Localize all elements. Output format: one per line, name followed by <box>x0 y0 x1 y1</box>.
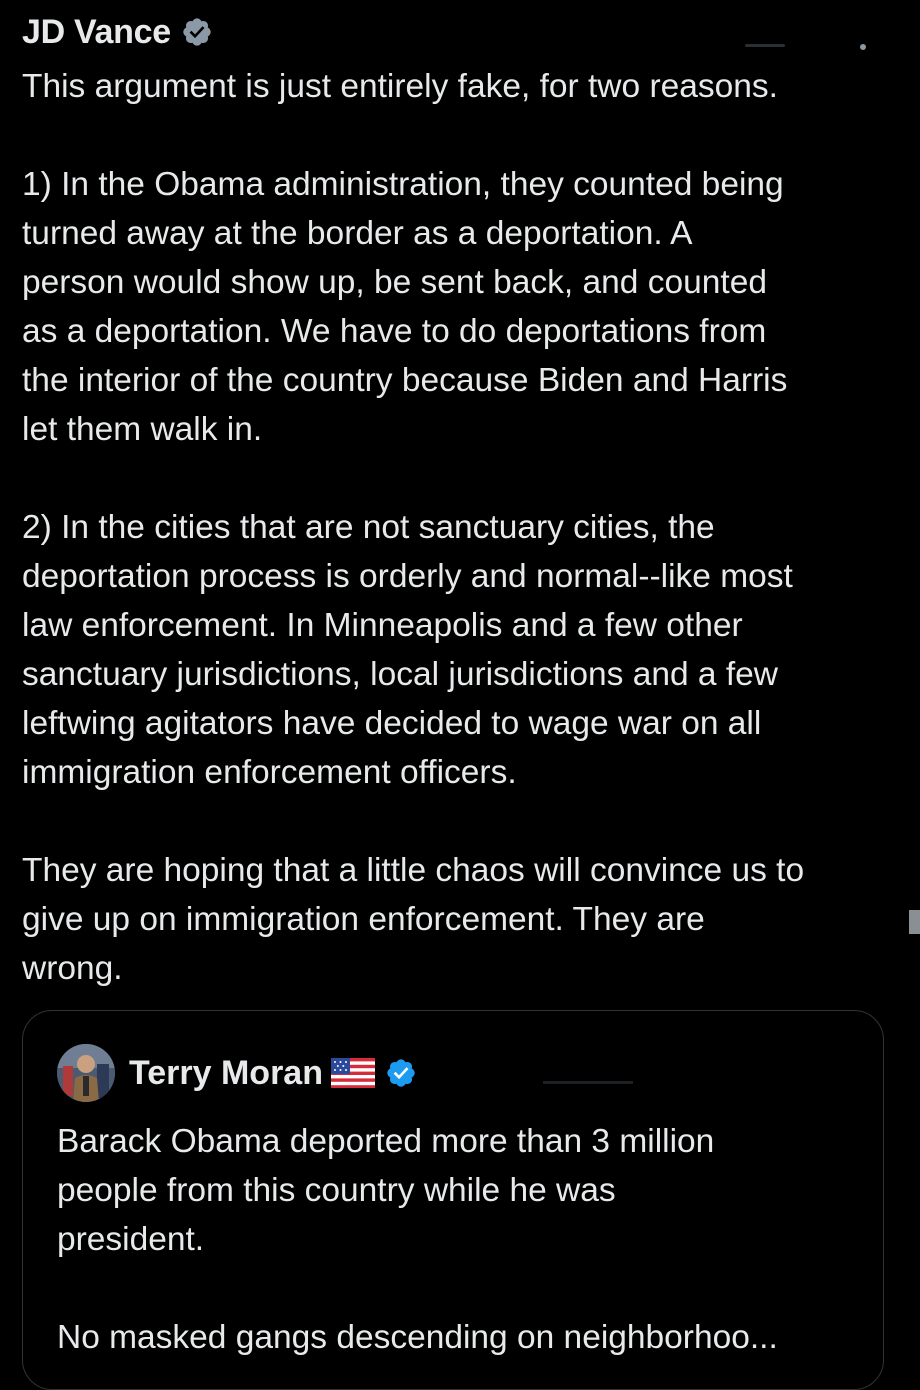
more-dot-icon[interactable] <box>860 44 866 50</box>
post: JD Vance This argument is just entirely … <box>0 0 920 1390</box>
quoted-author-name[interactable]: Terry Moran <box>129 1054 323 1093</box>
post-paragraph-3: 2) In the cities that are not sanctuary … <box>22 509 793 791</box>
verified-badge-icon[interactable] <box>181 16 213 48</box>
quoted-post-body: Barack Obama deported more than 3 millio… <box>57 1117 857 1389</box>
us-flag-icon <box>330 1058 375 1088</box>
quoted-post-header: Terry Moran <box>57 1043 417 1103</box>
header-divider-mark <box>745 44 785 47</box>
verified-badge-icon[interactable] <box>385 1057 417 1089</box>
scrollbar-thumb[interactable] <box>909 910 920 934</box>
post-paragraph-2: 1) In the Obama administration, they cou… <box>22 166 788 448</box>
post-body: This argument is just entirely fake, for… <box>22 62 902 1042</box>
avatar[interactable] <box>57 1044 115 1102</box>
quoted-header-mark <box>543 1081 633 1084</box>
quoted-paragraph-1: Barack Obama deported more than 3 millio… <box>57 1123 715 1258</box>
quoted-post-card[interactable]: Terry Moran Barack Obama deported more t… <box>22 1010 884 1390</box>
post-paragraph-4: They are hoping that a little chaos will… <box>22 852 805 987</box>
post-paragraph-1: This argument is just entirely fake, for… <box>22 68 778 105</box>
post-header: JD Vance <box>22 10 213 54</box>
author-name[interactable]: JD Vance <box>22 13 171 52</box>
quoted-paragraph-2: No masked gangs descending on neighborho… <box>57 1319 778 1356</box>
